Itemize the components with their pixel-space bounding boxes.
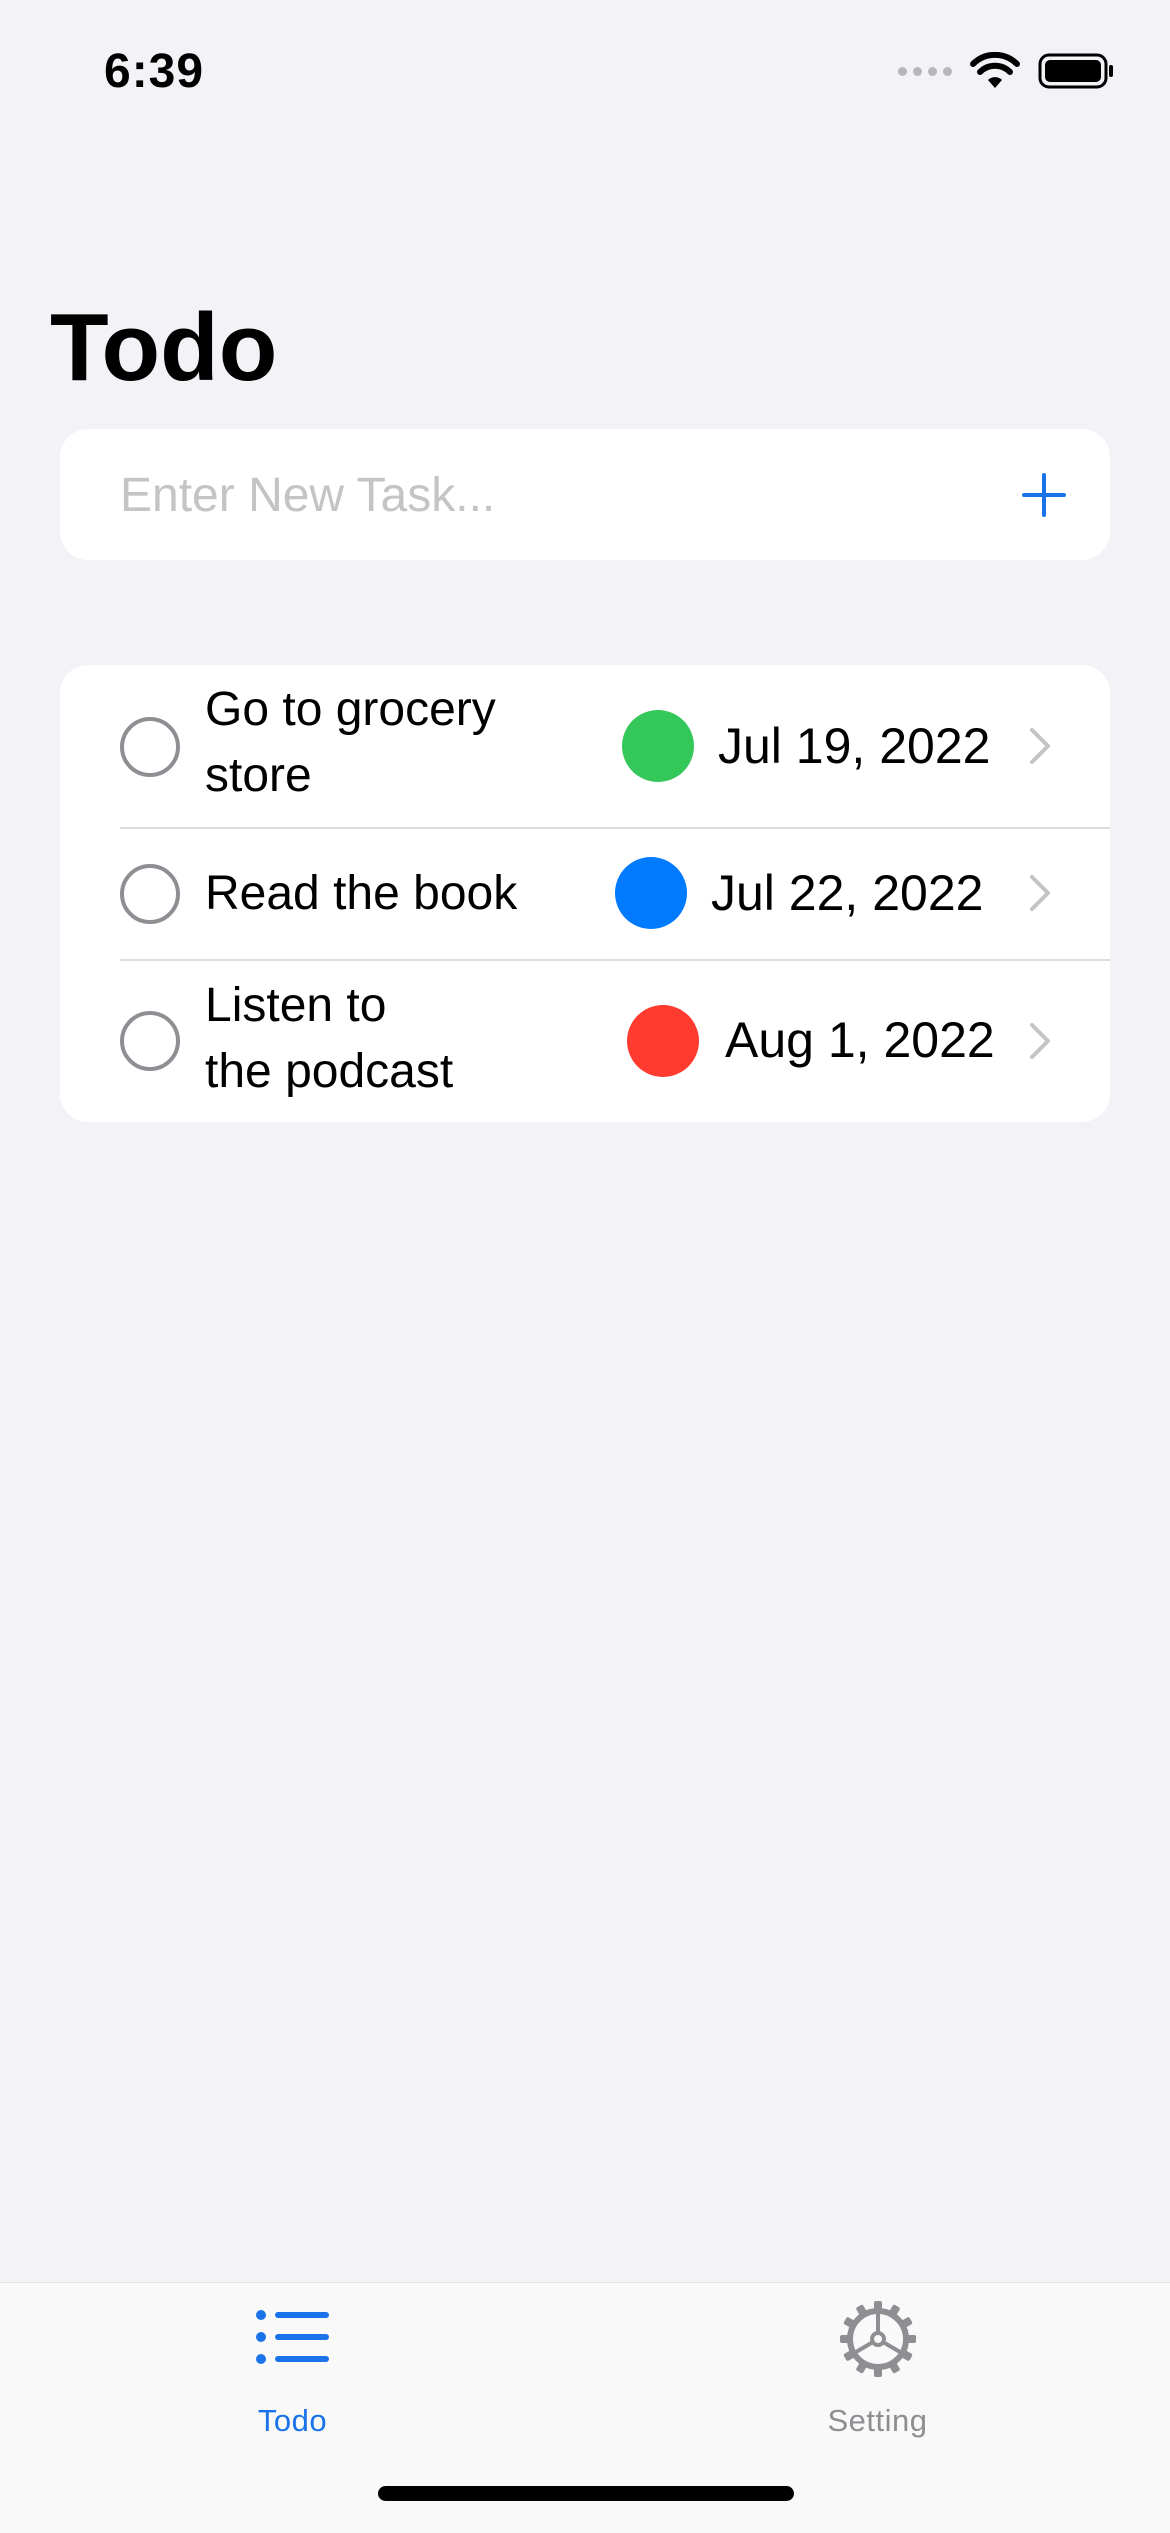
chevron-right-icon — [1030, 1023, 1050, 1059]
task-checkbox[interactable] — [120, 864, 180, 924]
task-title: Read the book — [205, 867, 518, 920]
task-checkbox[interactable] — [120, 1011, 180, 1071]
tab-setting[interactable]: Setting — [585, 2283, 1170, 2453]
plus-icon — [1022, 473, 1066, 517]
chevron-right-icon — [1030, 875, 1050, 911]
cellular-signal-icon — [898, 66, 952, 76]
tab-todo[interactable]: Todo — [0, 2283, 585, 2453]
chevron-right-icon — [1030, 728, 1050, 764]
task-due-date: Aug 1, 2022 — [725, 1012, 995, 1068]
tab-label-setting: Setting — [827, 2403, 928, 2438]
gear-icon — [839, 2301, 916, 2377]
list-icon — [255, 2310, 329, 2364]
add-task-button[interactable] — [1012, 463, 1076, 527]
home-indicator[interactable] — [378, 2486, 794, 2501]
status-icons — [898, 52, 1114, 90]
task-list: Go to grocery store Jul 19, 2022 Read th… — [60, 665, 1110, 1122]
tab-label-todo: Todo — [257, 2403, 328, 2438]
task-row[interactable]: Listen to the podcast Aug 1, 2022 — [60, 961, 1110, 1122]
task-row[interactable]: Read the book Jul 22, 2022 — [60, 829, 1110, 959]
task-due-date: Jul 19, 2022 — [718, 718, 991, 774]
new-task-card — [60, 429, 1110, 560]
page-title: Todo — [50, 294, 278, 401]
priority-indicator-red — [627, 1005, 699, 1077]
task-title: Go to grocery store — [205, 683, 496, 802]
priority-indicator-green — [622, 710, 694, 782]
status-time: 6:39 — [104, 45, 205, 98]
task-title: Listen to the podcast — [205, 979, 454, 1098]
wifi-icon — [970, 52, 1020, 88]
priority-indicator-blue — [615, 857, 687, 929]
task-row[interactable]: Go to grocery store Jul 19, 2022 — [60, 665, 1110, 827]
task-due-date: Jul 22, 2022 — [711, 865, 984, 921]
new-task-input[interactable] — [120, 459, 980, 531]
task-checkbox[interactable] — [120, 717, 180, 777]
status-bar: 6:39 — [0, 0, 1170, 150]
battery-icon — [1038, 53, 1113, 89]
